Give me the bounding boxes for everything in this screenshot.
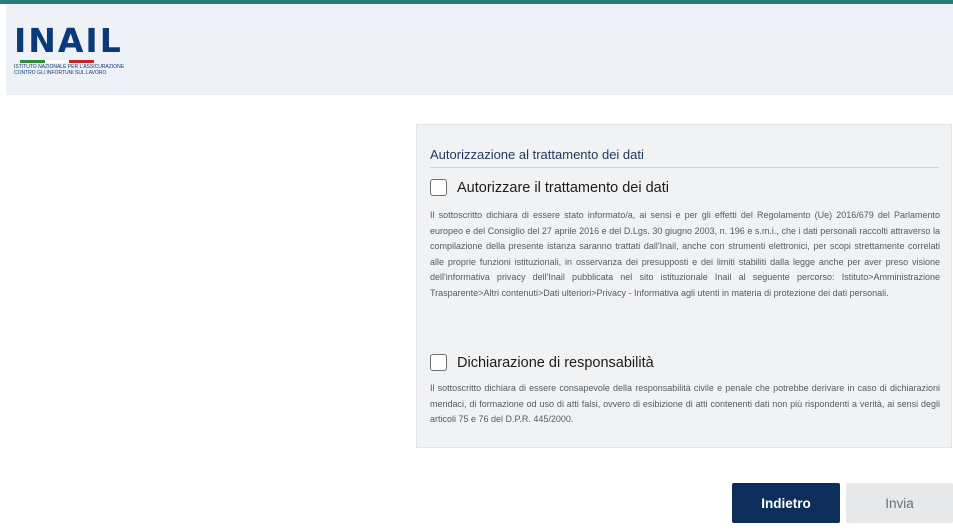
authorize-data-text: Il sottoscritto dichiara di essere stato… — [430, 210, 940, 298]
page-header: INAIL ISTITUTO NAZIONALE PER L'ASSICURAZ… — [6, 4, 953, 95]
logo-wordmark: INAIL — [14, 21, 123, 60]
inail-logo[interactable]: INAIL ISTITUTO NAZIONALE PER L'ASSICURAZ… — [14, 21, 124, 77]
back-button[interactable]: Indietro — [732, 483, 840, 523]
send-button[interactable]: Invia — [846, 483, 953, 523]
logo-subtitle-line-2: CONTRO GLI INFORTUNI SUL LAVORO — [14, 70, 107, 76]
italian-flag-stripe — [20, 60, 95, 63]
responsibility-checkbox[interactable] — [430, 354, 447, 371]
responsibility-label[interactable]: Dichiarazione di responsabilità — [457, 355, 654, 371]
privacy-consent-panel: Autorizzazione al trattamento dei dati A… — [416, 124, 952, 448]
logo-subtitle: ISTITUTO NAZIONALE PER L'ASSICURAZIONE C… — [14, 64, 124, 76]
responsibility-text: Il sottoscritto dichiara di essere consa… — [430, 383, 940, 425]
authorize-data-checkbox[interactable] — [430, 179, 447, 196]
section-title: Autorizzazione al trattamento dei dati — [430, 147, 644, 162]
authorize-data-label[interactable]: Autorizzare il trattamento dei dati — [457, 180, 669, 196]
section-divider — [430, 167, 939, 168]
